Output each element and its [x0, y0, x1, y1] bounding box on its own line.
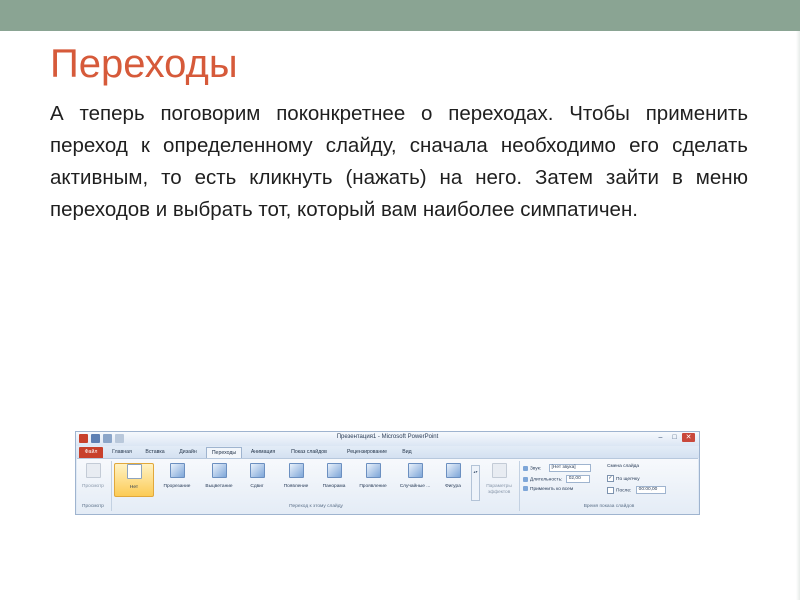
- tab-animation[interactable]: Анимация: [244, 447, 282, 458]
- transition-random-bars-icon: [407, 463, 423, 478]
- top-accent-bar: [0, 0, 800, 31]
- maximize-button[interactable]: □: [668, 433, 681, 442]
- transition-pan-icon: [326, 463, 342, 478]
- tab-transitions[interactable]: Переходы: [206, 447, 242, 458]
- apply-all-icon: [523, 486, 528, 491]
- transition-cut-label: Прорезание: [163, 484, 191, 489]
- transition-wipe[interactable]: Появление: [278, 463, 314, 489]
- transition-push-label: Сдвиг: [250, 484, 264, 489]
- tab-slideshow[interactable]: Показ слайдов: [283, 447, 335, 458]
- on-click-row: ✓ По щелчку: [607, 475, 640, 482]
- transition-pan[interactable]: Панорама: [317, 463, 351, 489]
- minimize-button[interactable]: –: [654, 433, 667, 442]
- sound-label: Звук:: [530, 466, 542, 472]
- transitions-group-label: Переход к этому слайду: [289, 504, 343, 509]
- window-titlebar: Презентация1 - Microsoft PowerPoint – □ …: [76, 432, 699, 446]
- group-separator: [111, 461, 112, 511]
- tab-home[interactable]: Главная: [106, 447, 138, 458]
- ribbon-tabs: Файл Главная Вставка Дизайн Переходы Ани…: [76, 446, 699, 468]
- gallery-scroll[interactable]: ▴▾: [471, 465, 480, 501]
- transition-shape-icon: [445, 463, 461, 478]
- advance-slide-label: Смена слайда: [607, 464, 640, 469]
- close-button[interactable]: ✕: [682, 433, 695, 442]
- transition-pan-label: Панорама: [322, 484, 346, 489]
- transition-wipe-label: Появление: [283, 484, 309, 489]
- apply-all-label: Применить ко всем: [530, 486, 574, 492]
- tab-file[interactable]: Файл: [79, 447, 103, 458]
- transition-none-label: Нет: [129, 485, 139, 490]
- transition-fade[interactable]: Выцветание: [199, 463, 239, 489]
- slide-edge-shade: [796, 31, 800, 600]
- transition-push[interactable]: Сдвиг: [243, 463, 271, 489]
- transition-reveal-icon: [365, 463, 381, 478]
- tab-design[interactable]: Дизайн: [172, 447, 204, 458]
- after-checkbox[interactable]: [607, 486, 614, 494]
- transition-wipe-icon: [288, 463, 304, 478]
- tab-review[interactable]: Рецензирование: [338, 447, 396, 458]
- transition-shape-label: Фигура: [445, 484, 461, 489]
- sound-dropdown[interactable]: [Нет звука]: [548, 464, 591, 472]
- preview-group-label: Просмотр: [82, 504, 104, 509]
- transition-reveal-label: Проявление: [359, 484, 387, 489]
- powerpoint-ribbon-screenshot: Презентация1 - Microsoft PowerPoint – □ …: [75, 431, 700, 515]
- transition-fade-icon: [211, 463, 227, 478]
- slide-body-text: А теперь поговорим поконкретнее о перехо…: [50, 102, 748, 221]
- transition-cut[interactable]: Прорезание: [157, 463, 197, 489]
- transition-none[interactable]: Нет: [114, 463, 154, 497]
- sound-icon: [523, 465, 528, 471]
- transition-cut-icon: [169, 463, 185, 478]
- transition-none-icon: [126, 464, 142, 479]
- window-title: Презентация1 - Microsoft PowerPoint: [336, 434, 439, 440]
- timing-group-label: Время показа слайдов: [583, 504, 635, 509]
- duration-input[interactable]: 02,00: [565, 475, 590, 483]
- on-click-checkbox[interactable]: ✓: [607, 475, 614, 482]
- transition-fade-label: Выцветание: [205, 484, 233, 489]
- apply-all-button[interactable]: Применить ко всем: [523, 486, 573, 492]
- slide-title: Переходы: [50, 42, 238, 86]
- preview-button[interactable]: Просмотр: [78, 463, 108, 489]
- group-separator: [519, 461, 520, 511]
- preview-label: Просмотр: [82, 484, 104, 489]
- sound-row: Звук: [Нет звука]: [523, 464, 591, 472]
- after-label: После:: [616, 488, 632, 494]
- effect-options-button[interactable]: Параметры эффектов: [481, 463, 517, 496]
- transition-random-bars-label: Случайные ...: [399, 484, 431, 489]
- effect-options-icon: [491, 463, 507, 478]
- duration-row: Длительность: 02,00: [523, 475, 590, 483]
- duration-icon: [523, 476, 528, 482]
- effect-options-label: Параметры эффектов: [486, 484, 512, 495]
- on-click-label: По щелчку: [616, 476, 640, 482]
- duration-label: Длительность:: [530, 477, 563, 483]
- tab-view[interactable]: Вид: [398, 447, 416, 458]
- after-row: После: 00:00,00: [607, 486, 666, 494]
- preview-icon: [85, 463, 101, 478]
- transition-random-bars[interactable]: Случайные ...: [395, 463, 435, 489]
- transition-reveal[interactable]: Проявление: [355, 463, 391, 489]
- transition-shape[interactable]: Фигура: [439, 463, 467, 489]
- transition-push-icon: [249, 463, 265, 478]
- after-input[interactable]: 00:00,00: [635, 486, 666, 494]
- tab-insert[interactable]: Вставка: [139, 447, 171, 458]
- ribbon-panel: Просмотр Просмотр Нет Прорезание Выцвета…: [77, 458, 698, 514]
